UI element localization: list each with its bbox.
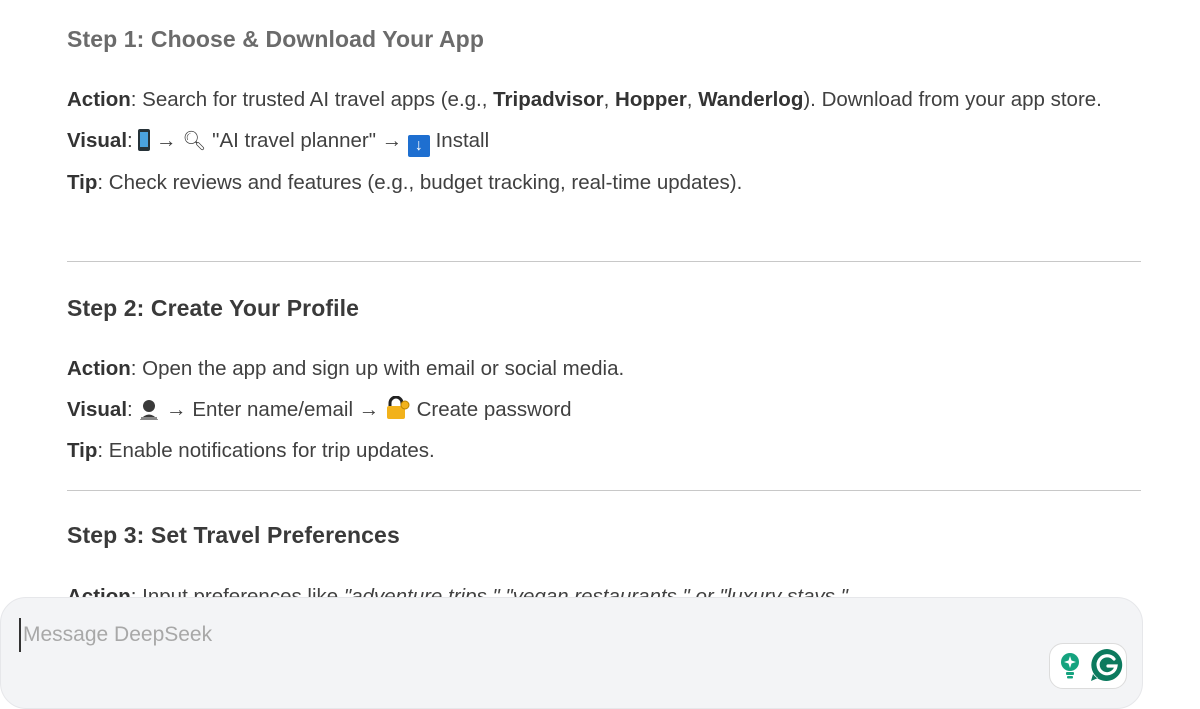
message-input[interactable] <box>19 618 1025 652</box>
action-label: Action <box>67 357 131 380</box>
user-silhouette-icon <box>140 400 159 420</box>
step-1-visual: Visual: → 🔍︎ "AI travel planner" → ↓ Ins… <box>67 120 1141 162</box>
magnifier-icon: 🔍︎ <box>182 130 207 152</box>
step-1-action: Action: Search for trusted AI travel app… <box>67 88 1102 111</box>
lightbulb-sparkle-icon[interactable] <box>1060 652 1080 680</box>
visual-label: Visual <box>67 398 128 421</box>
app-name: Tripadvisor <box>493 88 604 111</box>
section-divider <box>67 261 1141 262</box>
app-name: Hopper <box>615 88 687 111</box>
download-arrow-icon: ↓ <box>407 135 430 157</box>
step-3-heading: Step 3: Set Travel Preferences <box>67 522 400 548</box>
step-2-heading: Step 2: Create Your Profile <box>67 295 359 321</box>
step-1-heading: Step 1: Choose & Download Your App <box>67 26 484 52</box>
tip-label: Tip <box>67 439 98 462</box>
step-2-visual: Visual: → Enter name/email → Create pass… <box>67 395 572 421</box>
message-composer <box>0 597 1143 709</box>
step-1-tip: Tip: Check reviews and features (e.g., b… <box>67 171 743 194</box>
visual-label: Visual <box>67 129 128 152</box>
mobile-phone-icon <box>138 129 151 151</box>
step-2-tip: Tip: Enable notifications for trip updat… <box>67 439 435 462</box>
tip-label: Tip <box>67 171 98 194</box>
action-label: Action <box>67 88 131 111</box>
section-divider <box>67 490 1141 491</box>
step-2-action: Action: Open the app and sign up with em… <box>67 357 625 380</box>
app-name: Wanderlog <box>698 88 804 111</box>
grammarly-icon[interactable] <box>1090 648 1124 682</box>
lock-with-key-icon <box>386 395 410 419</box>
